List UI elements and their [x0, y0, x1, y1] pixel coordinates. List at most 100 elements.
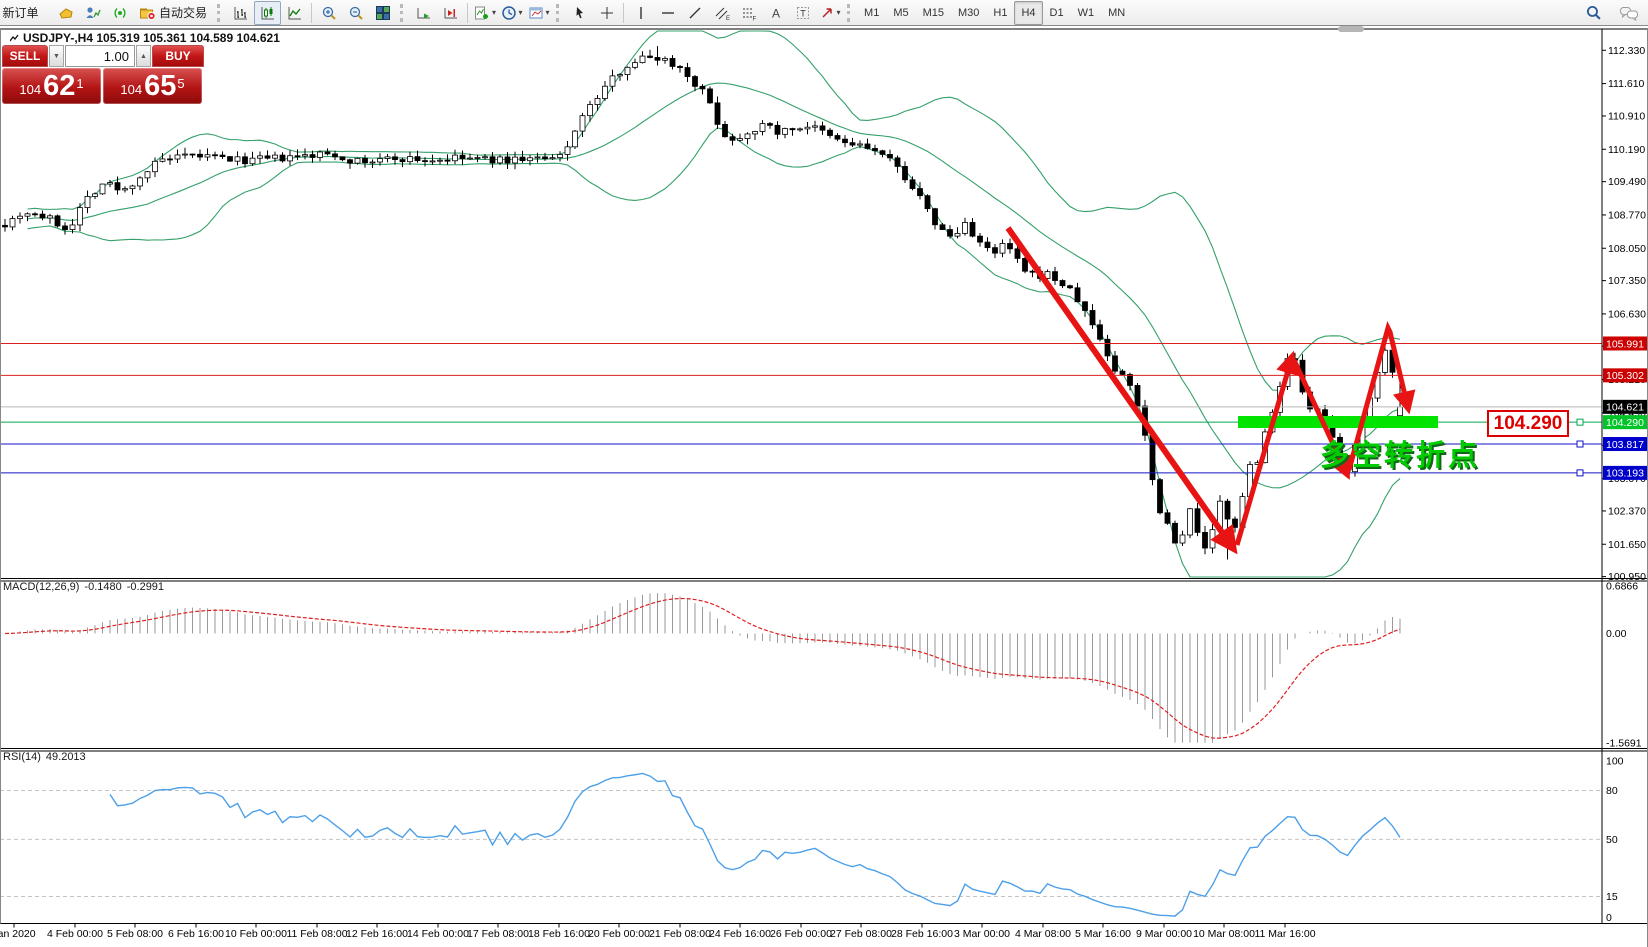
rsi-line — [110, 773, 1400, 916]
zoom-out-icon — [348, 5, 364, 21]
svg-text:109.490: 109.490 — [1608, 176, 1646, 188]
chart-canvas[interactable]: 112.330111.610110.910110.190109.490108.7… — [0, 26, 1648, 947]
svg-text:50: 50 — [1606, 834, 1618, 846]
timeframe-m1-button[interactable]: M1 — [857, 1, 886, 25]
line-chart-button[interactable] — [281, 1, 308, 25]
svg-text:3 Mar 00:00: 3 Mar 00:00 — [954, 928, 1010, 940]
timeframe-m30-button[interactable]: M30 — [951, 1, 986, 25]
svg-text:110.910: 110.910 — [1608, 110, 1645, 122]
wallet-button[interactable] — [52, 1, 79, 25]
line-chart-icon — [287, 5, 303, 21]
price-level-callout[interactable]: 104.290 — [1487, 410, 1569, 437]
svg-text:21 Feb 08:00: 21 Feb 08:00 — [649, 928, 711, 940]
zoom-in-icon — [321, 5, 337, 21]
one-click-trading-panel: SELL ▼ 1.00 ▲ BUY 104621 104655 — [2, 45, 204, 104]
candles-layer — [3, 46, 1403, 559]
support-highlight-bar — [1238, 416, 1438, 428]
chart-symbol-icon — [10, 34, 19, 43]
candlestick-chart-button[interactable] — [254, 1, 281, 25]
svg-text:5 Feb 08:00: 5 Feb 08:00 — [107, 928, 163, 940]
zoom-out-button[interactable] — [342, 1, 369, 25]
toolbar-drag-handle[interactable] — [217, 4, 224, 22]
svg-text:28 Feb 16:00: 28 Feb 16:00 — [891, 928, 953, 940]
text-label-icon: T — [795, 5, 811, 21]
templates-button[interactable]: ▾ — [525, 1, 552, 25]
new-order-button[interactable]: 新订单 — [0, 1, 52, 25]
sell-button[interactable]: SELL — [2, 45, 48, 67]
buy-price-button[interactable]: 104655 — [103, 68, 202, 104]
svg-text:17 Feb 08:00: 17 Feb 08:00 — [467, 928, 529, 940]
signal-icon — [112, 5, 128, 21]
toolbar: 新订单 自动交易 — [0, 0, 1648, 26]
autotrade-icon — [139, 5, 156, 21]
svg-text:10 Mar 08:00: 10 Mar 08:00 — [1193, 928, 1255, 940]
svg-text:4 Feb 00:00: 4 Feb 00:00 — [47, 928, 103, 940]
zoom-in-button[interactable] — [315, 1, 342, 25]
timeframe-h4-button[interactable]: H4 — [1014, 1, 1042, 25]
signal-button[interactable] — [106, 1, 133, 25]
indicators-button[interactable]: ▾ — [471, 1, 498, 25]
chat-button[interactable] — [1615, 1, 1642, 25]
autotrade-button[interactable]: 自动交易 — [133, 1, 213, 25]
svg-text:110.190: 110.190 — [1608, 144, 1645, 156]
periods-button[interactable]: ▾ — [498, 1, 525, 25]
chart-shift-button[interactable] — [437, 1, 464, 25]
toolbar-drag-handle[interactable] — [556, 4, 563, 22]
time-axis: Jan 20204 Feb 00:005 Feb 08:006 Feb 16:0… — [0, 924, 1316, 941]
timeframe-h1-button[interactable]: H1 — [986, 1, 1014, 25]
pane-frame — [0, 29, 1648, 947]
text-button[interactable]: A — [762, 1, 789, 25]
macd-histogram — [5, 593, 1400, 743]
horizontal-line-button[interactable] — [654, 1, 681, 25]
arrows-button[interactable]: ▾ — [816, 1, 843, 25]
volume-decrease-button[interactable]: ▼ — [49, 45, 64, 67]
timeframe-m5-button[interactable]: M5 — [886, 1, 915, 25]
price-axis: 112.330111.610110.910110.190109.490108.7… — [1602, 45, 1646, 924]
tile-windows-button[interactable] — [369, 1, 396, 25]
search-icon — [1585, 4, 1602, 21]
bar-chart-button[interactable] — [227, 1, 254, 25]
search-button[interactable] — [1580, 1, 1607, 25]
vertical-line-button[interactable] — [627, 1, 654, 25]
fibonacci-button[interactable]: F — [735, 1, 762, 25]
periods-icon — [501, 5, 517, 21]
svg-text:11 Feb 08:00: 11 Feb 08:00 — [286, 928, 347, 940]
svg-text:0.00: 0.00 — [1606, 628, 1627, 640]
cursor-icon — [572, 5, 588, 21]
svg-text:101.650: 101.650 — [1608, 539, 1646, 551]
mt4-window: 新订单 自动交易 — [0, 0, 1648, 947]
svg-text:108.050: 108.050 — [1608, 243, 1646, 255]
timeframe-mn-button[interactable]: MN — [1101, 1, 1132, 25]
macd-label: MACD(12,26,9)-0.1480-0.2991 — [3, 581, 169, 593]
buy-button[interactable]: BUY — [152, 45, 204, 67]
auto-scroll-button[interactable] — [410, 1, 437, 25]
volume-increase-button[interactable]: ▲ — [136, 45, 151, 67]
text-label-button[interactable]: T — [789, 1, 816, 25]
chart-scrollbar-thumb[interactable] — [1338, 26, 1364, 32]
profile-button[interactable] — [79, 1, 106, 25]
sell-price-button[interactable]: 104621 — [2, 68, 101, 104]
volume-input[interactable]: 1.00 — [65, 45, 135, 67]
svg-text:-1.5691: -1.5691 — [1606, 737, 1642, 749]
svg-text:26 Feb 00:00: 26 Feb 00:00 — [770, 928, 832, 940]
svg-text:4 Mar 08:00: 4 Mar 08:00 — [1015, 928, 1071, 940]
toolbar-drag-handle[interactable] — [847, 4, 854, 22]
auto-scroll-icon — [416, 5, 432, 21]
toolbar-drag-handle[interactable] — [400, 4, 407, 22]
timeframe-w1-button[interactable]: W1 — [1071, 1, 1102, 25]
svg-text:5 Mar 16:00: 5 Mar 16:00 — [1075, 928, 1131, 940]
crosshair-button[interactable] — [593, 1, 620, 25]
timeframe-group: M1M5M15M30H1H4D1W1MN — [857, 1, 1132, 25]
equidistant-channel-icon: E — [714, 5, 730, 21]
turning-point-annotation[interactable]: 多空转折点 — [1320, 432, 1480, 474]
trendline-button[interactable] — [681, 1, 708, 25]
timeframe-m15-button[interactable]: M15 — [916, 1, 951, 25]
equidistant-channel-button[interactable]: E — [708, 1, 735, 25]
timeframe-d1-button[interactable]: D1 — [1043, 1, 1071, 25]
svg-text:0.6866: 0.6866 — [1606, 580, 1638, 592]
vertical-line-icon — [633, 5, 649, 21]
arrows-icon — [819, 5, 835, 21]
svg-text:F: F — [752, 16, 756, 21]
cursor-button[interactable] — [566, 1, 593, 25]
horizontal-line-icon — [660, 5, 676, 21]
